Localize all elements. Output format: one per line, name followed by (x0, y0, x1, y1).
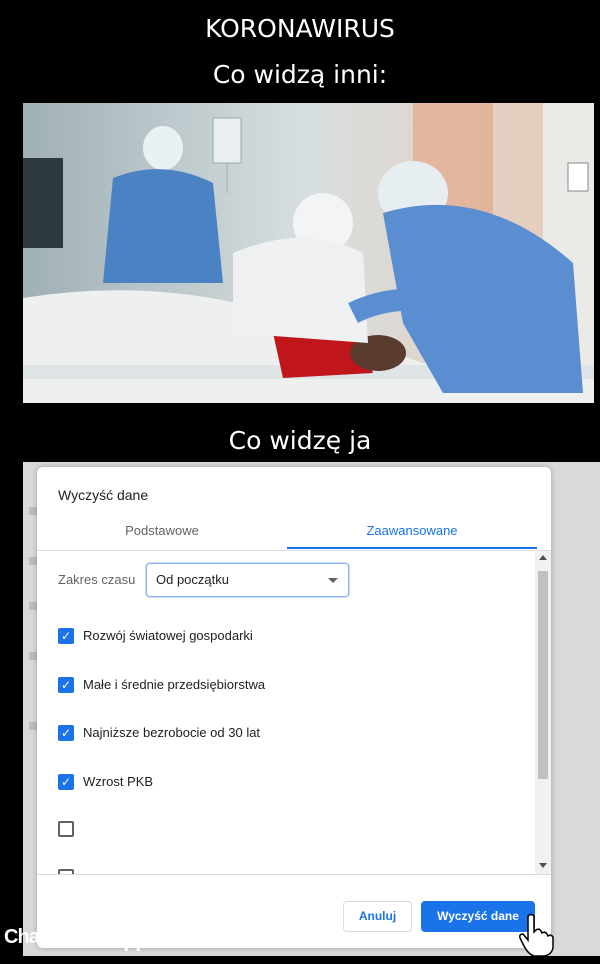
meme-title: KORONAWIRUS (205, 14, 395, 43)
checkbox-unchecked-icon[interactable] (58, 821, 74, 837)
footer-divider (37, 874, 551, 875)
dialog-title: Wyczyść dane (58, 487, 149, 503)
checkbox-label: Najniższe bezrobocie od 30 lat (83, 725, 261, 740)
watermark-suffix: .pl (88, 934, 98, 944)
checkbox-checked-icon[interactable]: ✓ (58, 725, 74, 741)
checkbox-label: Małe i średnie przedsiębiorstwa (83, 677, 266, 692)
hospital-photo (23, 103, 594, 403)
cancel-button[interactable]: Anuluj (343, 901, 412, 932)
checkbox-label: Rozwój światowej gospodarki (83, 628, 253, 643)
scrollbar[interactable] (535, 551, 551, 874)
dialog-body: Zakres czasu Od początku ✓ Rozwój świato… (37, 551, 551, 874)
checkbox-checked-icon[interactable]: ✓ (58, 677, 74, 693)
scrollbar-thumb[interactable] (538, 571, 548, 779)
clear-data-dialog: Wyczyść dane Podstawowe Zaawansowane Zak… (37, 467, 551, 948)
checkbox-checked-icon[interactable]: ✓ (58, 628, 74, 644)
scroll-down-arrow-icon[interactable] (539, 863, 547, 868)
watermark-logo: Chamsko .pl (0, 920, 160, 954)
checkbox-label: Wzrost PKB (83, 774, 154, 789)
time-range-label: Zakres czasu (58, 572, 136, 587)
caption-me: Co widzę ja (228, 426, 372, 455)
time-range-select[interactable]: Od początku (146, 563, 349, 597)
tab-advanced[interactable]: Zaawansowane (287, 517, 537, 549)
hospital-illustration (23, 103, 594, 403)
caption-others: Co widzą inni: (212, 60, 388, 89)
scroll-up-arrow-icon[interactable] (539, 555, 547, 560)
hash-logo-icon (120, 922, 149, 952)
hand-cursor-icon (519, 913, 554, 957)
time-range-value: Od początku (156, 572, 229, 587)
checkbox-checked-icon[interactable]: ✓ (58, 774, 74, 790)
chevron-down-icon (328, 578, 338, 583)
tab-basic[interactable]: Podstawowe (37, 517, 287, 549)
watermark-name: Chamsko (4, 926, 88, 948)
